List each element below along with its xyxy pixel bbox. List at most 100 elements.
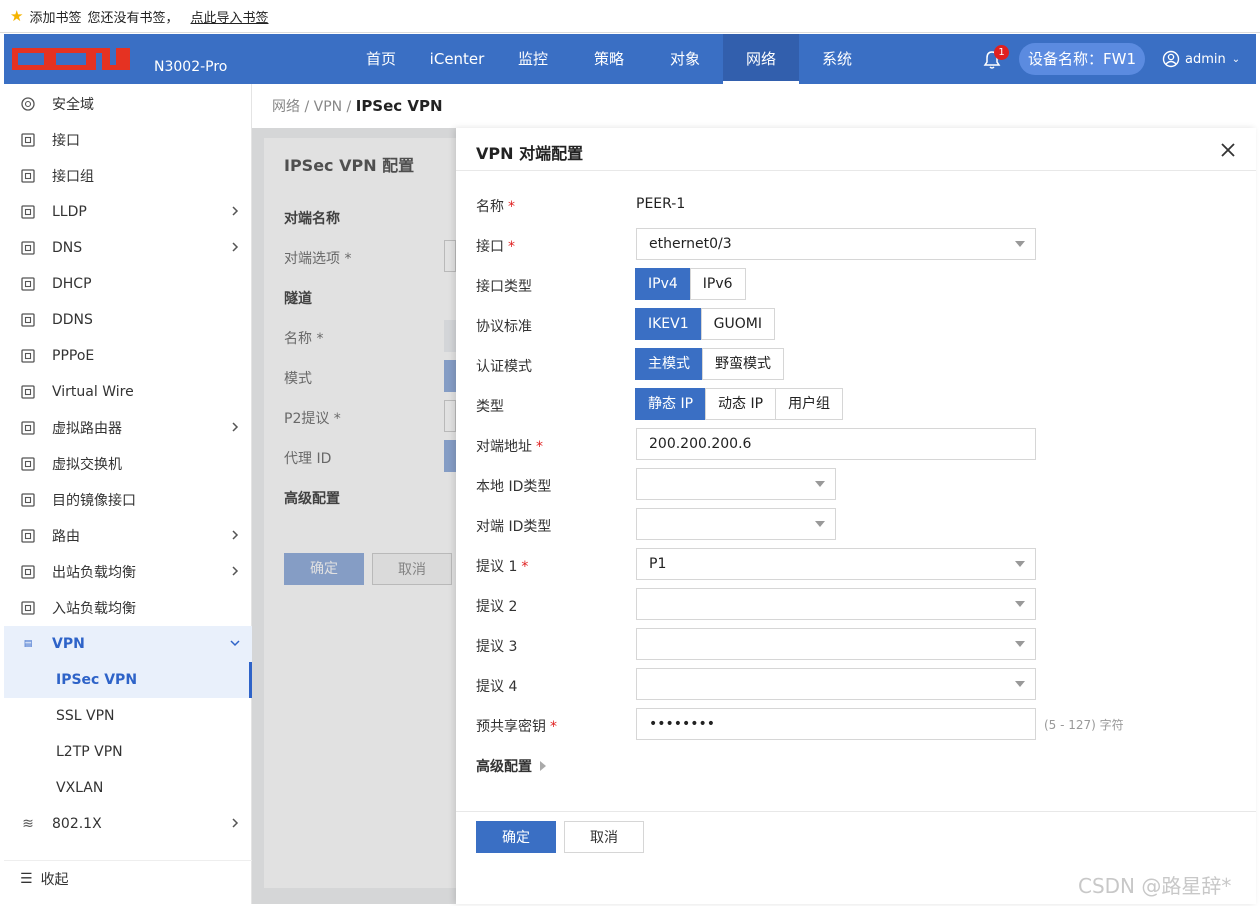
local-id-type-select[interactable] bbox=[636, 468, 836, 500]
sidebar-item[interactable]: Virtual Wire bbox=[4, 374, 252, 410]
route-icon bbox=[20, 528, 36, 544]
username: admin bbox=[1185, 51, 1226, 67]
cancel-button[interactable]: 取消 bbox=[564, 821, 644, 853]
peer-address-label: 对端地址 * bbox=[476, 439, 543, 455]
import-bookmark-link[interactable]: 点此导入书签 bbox=[190, 7, 268, 26]
main-menu: 首页 iCenter 监控 策略 对象 网络 系统 bbox=[343, 34, 875, 84]
peer-id-type-label: 对端 ID类型 bbox=[476, 519, 552, 535]
interface-label: 接口 * bbox=[476, 239, 515, 255]
device-name-pill[interactable]: 设备名称：FW1 bbox=[1019, 43, 1145, 75]
watermark: CSDN @路星辞* bbox=[1078, 874, 1232, 898]
bookmark-bar: ★ 添加书签 您还没有书签， 点此导入书签 bbox=[0, 0, 1260, 33]
dcn-logo[interactable] bbox=[12, 48, 130, 70]
menu-item[interactable]: 对象 bbox=[647, 34, 723, 84]
menu-item[interactable]: 系统 bbox=[799, 34, 875, 84]
dropdown-caret-icon bbox=[1015, 681, 1025, 687]
interface-type-option[interactable]: IPv4 bbox=[635, 268, 691, 300]
sidebar-item[interactable]: 出站负载均衡 bbox=[4, 554, 252, 590]
menu-item[interactable]: 监控 bbox=[495, 34, 571, 84]
user-menu[interactable]: admin ⌄ bbox=[1162, 50, 1240, 68]
sidebar-subitem[interactable]: SSL VPN bbox=[4, 698, 252, 734]
peer-id-type-select[interactable] bbox=[636, 508, 836, 540]
pppoe-icon bbox=[20, 348, 36, 364]
type-option[interactable]: 用户组 bbox=[775, 388, 844, 420]
modal-overlay[interactable] bbox=[252, 128, 456, 904]
proposal-2-label: 提议 2 bbox=[476, 599, 518, 615]
collapse-label: 收起 bbox=[40, 871, 69, 888]
proposal-3-select[interactable] bbox=[636, 628, 1036, 660]
collapse-sidebar-button[interactable]: ☰ 收起 bbox=[4, 860, 252, 896]
sidebar-item[interactable]: 安全域 bbox=[4, 86, 252, 122]
breadcrumb-current: IPSec VPN bbox=[355, 97, 443, 115]
menu-item[interactable]: 网络 bbox=[723, 34, 799, 84]
sidebar-item-label: 虚拟交换机 bbox=[52, 457, 122, 473]
interface-select[interactable]: ethernet0/3 bbox=[636, 228, 1036, 260]
sidebar-item[interactable]: DNS bbox=[4, 230, 252, 266]
chevron-right-icon bbox=[232, 422, 239, 432]
chevron-down-icon bbox=[230, 640, 240, 647]
proposal-2-select[interactable] bbox=[636, 588, 1036, 620]
top-navigation: N3002-Pro 首页 iCenter 监控 策略 对象 网络 系统 1 设备名称：FW1… bbox=[4, 34, 1256, 84]
sidebar-item-label: 入站负载均衡 bbox=[52, 601, 136, 617]
auth-mode-option[interactable]: 主模式 bbox=[635, 348, 703, 380]
chevron-right-icon bbox=[232, 566, 239, 576]
add-bookmark-label[interactable]: 添加书签 bbox=[29, 7, 81, 26]
sidebar-subitem[interactable]: IPSec VPN bbox=[4, 662, 252, 698]
no-bookmark-text: 您还没有书签， bbox=[87, 10, 179, 26]
sidebar-item-label: Virtual Wire bbox=[52, 384, 134, 400]
star-icon[interactable]: ★ bbox=[10, 7, 23, 25]
sidebar-item[interactable]: DDNS bbox=[4, 302, 252, 338]
sidebar-subitem[interactable]: L2TP VPN bbox=[4, 734, 252, 770]
sidebar-item[interactable]: 路由 bbox=[4, 518, 252, 554]
sidebar-subitem[interactable]: VXLAN bbox=[4, 770, 252, 806]
sidebar-item[interactable]: 接口 bbox=[4, 122, 252, 158]
sidebar-item-label: 接口组 bbox=[52, 169, 94, 185]
menu-item[interactable]: iCenter bbox=[419, 34, 495, 84]
chevron-right-icon bbox=[232, 206, 239, 216]
ddns-icon bbox=[20, 312, 36, 328]
outbound-icon bbox=[20, 564, 36, 580]
psk-input[interactable]: •••••••• bbox=[636, 708, 1036, 740]
protocol-label: 协议标准 bbox=[476, 319, 532, 335]
breadcrumb-path[interactable]: 网络 / VPN / bbox=[272, 99, 356, 115]
sidebar-item-label: 安全域 bbox=[52, 97, 94, 113]
type-option[interactable]: 动态 IP bbox=[705, 388, 777, 420]
sidebar-item[interactable]: LLDP bbox=[4, 194, 252, 230]
protocol-option[interactable]: GUOMI bbox=[700, 308, 775, 340]
dropdown-caret-icon bbox=[815, 521, 825, 527]
sidebar-item[interactable]: 入站负载均衡 bbox=[4, 590, 252, 626]
menu-item[interactable]: 首页 bbox=[343, 34, 419, 84]
sidebar-item[interactable]: 虚拟交换机 bbox=[4, 446, 252, 482]
close-icon[interactable] bbox=[1218, 140, 1238, 160]
sidebar-item-label: DDNS bbox=[52, 312, 93, 328]
ok-button[interactable]: 确定 bbox=[476, 821, 556, 853]
dhcp-icon bbox=[20, 276, 36, 292]
type-option[interactable]: 静态 IP bbox=[635, 388, 707, 420]
protocol-toggle: IKEV1 GUOMI bbox=[635, 308, 775, 340]
sidebar-item-vpn[interactable]: ▤ VPN bbox=[4, 626, 252, 662]
panel-title: VPN 对端配置 bbox=[476, 144, 584, 163]
sidebar-item[interactable]: 目的镜像接口 bbox=[4, 482, 252, 518]
menu-item[interactable]: 策略 bbox=[571, 34, 647, 84]
peer-address-input[interactable]: 200.200.200.6 bbox=[636, 428, 1036, 460]
advanced-config-toggle[interactable]: 高级配置 bbox=[476, 756, 546, 776]
breadcrumb: 网络 / VPN / IPSec VPN bbox=[272, 96, 443, 116]
sidebar-item[interactable]: 虚拟路由器 bbox=[4, 410, 252, 446]
sidebar-item-label: LLDP bbox=[52, 204, 87, 220]
sidebar-item[interactable]: PPPoE bbox=[4, 338, 252, 374]
sidebar-item[interactable]: DHCP bbox=[4, 266, 252, 302]
dropdown-caret-icon bbox=[1015, 601, 1025, 607]
sidebar-item-label: 路由 bbox=[52, 529, 80, 545]
sidebar-item[interactable]: 接口组 bbox=[4, 158, 252, 194]
interface-type-option[interactable]: IPv6 bbox=[689, 268, 746, 300]
proposal-1-select[interactable]: P1 bbox=[636, 548, 1036, 580]
interface-icon bbox=[20, 132, 36, 148]
auth-mode-option[interactable]: 野蛮模式 bbox=[702, 348, 784, 380]
sidebar-item-label: 出站负载均衡 bbox=[52, 565, 136, 581]
dropdown-caret-icon bbox=[815, 481, 825, 487]
sidebar-item-8021x[interactable]: ≋ 802.1X bbox=[4, 806, 252, 842]
sidebar-item-label: 802.1X bbox=[52, 816, 102, 832]
sidebar: ☰ 收起 安全域接口接口组 LLDP DNS DHCP DDNS PPPoE Virtual… bbox=[4, 84, 252, 904]
protocol-option[interactable]: IKEV1 bbox=[635, 308, 702, 340]
proposal-4-select[interactable] bbox=[636, 668, 1036, 700]
